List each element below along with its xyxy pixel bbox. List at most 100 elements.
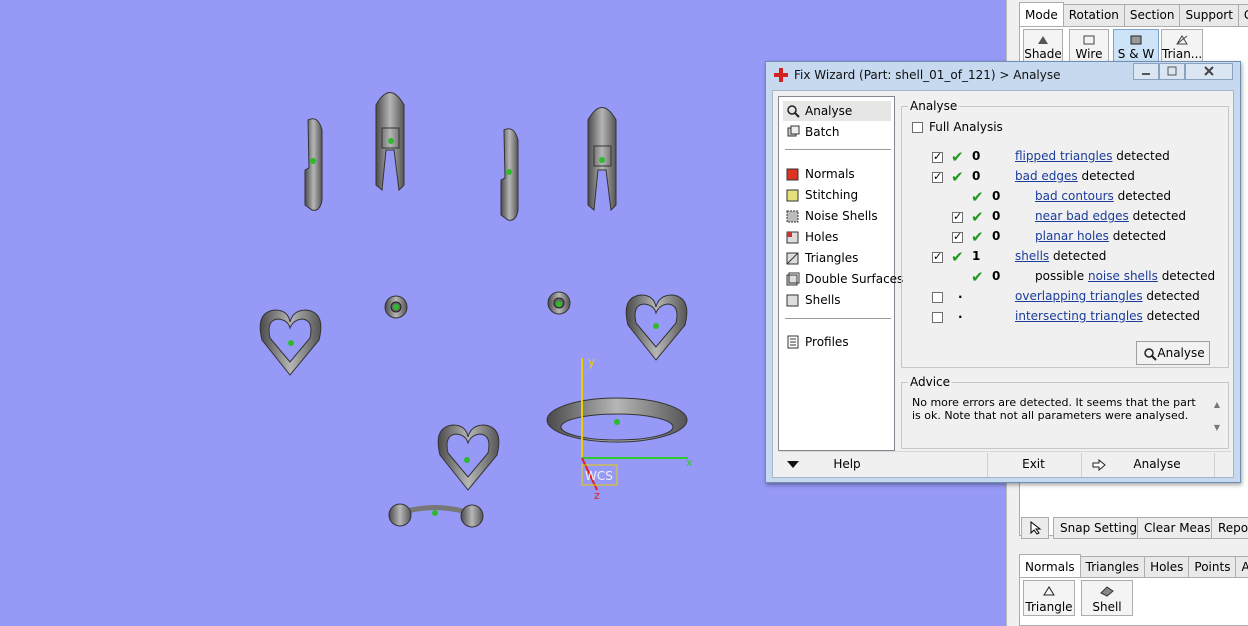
shells-count: 1 <box>972 249 981 263</box>
tab-auto[interactable]: Auto <box>1235 556 1248 578</box>
nav-item-shells[interactable]: Shells <box>783 290 891 310</box>
nav-item-double-surfaces[interactable]: Double Surfaces <box>783 269 903 289</box>
shells-link[interactable]: shells <box>1015 249 1049 263</box>
fix-wizard-dialog: Fix Wizard (Part: shell_01_of_121) > Ana… <box>765 61 1241 483</box>
bad-edges-count: 0 <box>972 169 981 183</box>
nav-item-normals[interactable]: Normals <box>783 164 891 184</box>
near-bad-edges-link[interactable]: near bad edges <box>1035 209 1129 223</box>
part-earring-side-1[interactable] <box>304 118 323 211</box>
maximize-button[interactable] <box>1159 63 1185 80</box>
bad-contours-link[interactable]: bad contours <box>1035 189 1114 203</box>
dialog-button-bar: Help Exit Analyse <box>779 451 1231 477</box>
flipped-triangles-checkbox[interactable] <box>932 150 943 163</box>
row-prefix: possible <box>1035 269 1085 283</box>
part-heart-1[interactable] <box>259 309 322 376</box>
planar-holes-checkbox[interactable] <box>952 230 963 243</box>
planar-holes-count: 0 <box>992 229 1001 243</box>
check-icon: ✔ <box>971 228 984 246</box>
nav-item-noise-shells[interactable]: Noise Shells <box>783 206 891 226</box>
tab-mode[interactable]: Mode <box>1019 2 1064 26</box>
intersecting-triangles-link[interactable]: intersecting triangles <box>1015 309 1143 323</box>
part-heart-2[interactable] <box>625 294 688 361</box>
overlapping-triangles-checkbox[interactable] <box>932 292 943 303</box>
part-ring[interactable] <box>546 397 688 443</box>
advice-text: No more errors are detected. It seems th… <box>912 396 1196 422</box>
row-suffix: detected <box>1161 269 1216 283</box>
shade-wire-button[interactable]: S & W <box>1113 29 1159 63</box>
pointer-button[interactable] <box>1021 517 1049 539</box>
shells-checkbox[interactable] <box>932 250 943 263</box>
shade-icon <box>1038 36 1048 44</box>
nav-item-holes[interactable]: Holes <box>783 227 891 247</box>
nav-item-stitching[interactable]: Stitching <box>783 185 891 205</box>
noise-shells-count: 0 <box>992 269 1001 283</box>
snap-settings-button[interactable]: Snap Settings <box>1053 517 1151 539</box>
bad-edges-checkbox[interactable] <box>932 170 943 183</box>
wizard-nav: Analyse Batch Normals Stitching Noise Sh… <box>778 96 903 451</box>
bad-contours-text: bad contours detected <box>1035 189 1171 203</box>
part-setting-1[interactable] <box>384 295 408 319</box>
tab-points[interactable]: Points <box>1188 556 1237 578</box>
bad-edges-link[interactable]: bad edges <box>1015 169 1078 183</box>
advice-group-title: Advice <box>908 375 953 389</box>
report-button[interactable]: Report <box>1211 517 1248 539</box>
bad-contours-count: 0 <box>992 189 1001 203</box>
shade-wire-label: S & W <box>1117 47 1155 61</box>
nav-item-batch[interactable]: Batch <box>783 122 891 142</box>
tab-section[interactable]: Section <box>1123 4 1181 26</box>
tab-triangles[interactable]: Triangles <box>1079 556 1146 578</box>
part-bar[interactable] <box>388 503 484 528</box>
flipped-triangles-link[interactable]: flipped triangles <box>1015 149 1112 163</box>
intersecting-triangles-checkbox[interactable] <box>932 312 943 323</box>
triangle-select-button[interactable]: Triangle <box>1023 580 1075 616</box>
help-button[interactable]: Help <box>779 453 897 477</box>
advice-scrollbar[interactable]: ▲ ▼ <box>1212 393 1222 439</box>
row-suffix: detected <box>1132 209 1186 223</box>
profiles-icon <box>787 335 799 349</box>
next-analyse-button[interactable]: Analyse <box>1081 453 1215 477</box>
close-icon <box>1204 66 1214 76</box>
planar-holes-link[interactable]: planar holes <box>1035 229 1109 243</box>
overlapping-triangles-link[interactable]: overlapping triangles <box>1015 289 1143 303</box>
intersecting-triangles-value: . <box>958 307 963 321</box>
near-bad-edges-checkbox[interactable] <box>952 210 963 223</box>
check-icon: ✔ <box>951 148 964 166</box>
close-button[interactable] <box>1185 63 1233 80</box>
nav-item-profiles[interactable]: Profiles <box>783 332 891 352</box>
nav-item-label: Batch <box>805 125 840 139</box>
analyse-button[interactable]: Analyse <box>1136 341 1210 365</box>
tab-normals[interactable]: Normals <box>1019 554 1081 578</box>
near-bad-edges-text: near bad edges detected <box>1035 209 1186 223</box>
part-setting-2[interactable] <box>547 291 571 315</box>
shade-button[interactable]: Shade <box>1023 29 1063 63</box>
tab-support[interactable]: Support <box>1179 4 1239 26</box>
tab-grid[interactable]: Grid <box>1237 4 1248 26</box>
part-earring-front-2[interactable] <box>587 107 617 212</box>
shade-label: Shade <box>1024 47 1062 61</box>
nav-item-analyse[interactable]: Analyse <box>783 101 891 121</box>
nav-item-triangles[interactable]: Triangles <box>783 248 891 268</box>
shells-icon <box>786 294 799 307</box>
part-heart-3[interactable] <box>437 424 500 491</box>
overlapping-triangles-text: overlapping triangles detected <box>1015 289 1200 303</box>
shell-label: Shell <box>1092 600 1122 614</box>
noise-shells-link[interactable]: noise shells <box>1088 269 1158 283</box>
exit-button[interactable]: Exit <box>987 453 1079 477</box>
row-suffix: detected <box>1146 289 1200 303</box>
minimize-button[interactable] <box>1133 63 1159 80</box>
part-earring-side-2[interactable] <box>500 128 519 221</box>
nav-item-label: Normals <box>805 167 855 181</box>
nav-item-label: Noise Shells <box>805 209 878 223</box>
triangles-mode-button[interactable]: Trian... <box>1161 29 1203 63</box>
check-icon: ✔ <box>951 248 964 266</box>
row-suffix: detected <box>1053 249 1107 263</box>
tab-rotation[interactable]: Rotation <box>1062 4 1125 26</box>
clear-measures-button[interactable]: Clear Meas. <box>1137 517 1222 539</box>
dialog-body: Analyse Batch Normals Stitching Noise Sh… <box>772 90 1234 478</box>
full-analysis-checkbox[interactable] <box>912 122 923 133</box>
shell-select-button[interactable]: Shell <box>1081 580 1133 616</box>
arrow-right-icon <box>1092 459 1106 471</box>
part-earring-front-1[interactable] <box>375 92 405 192</box>
wire-button[interactable]: Wire <box>1069 29 1109 63</box>
tab-holes[interactable]: Holes <box>1144 556 1190 578</box>
